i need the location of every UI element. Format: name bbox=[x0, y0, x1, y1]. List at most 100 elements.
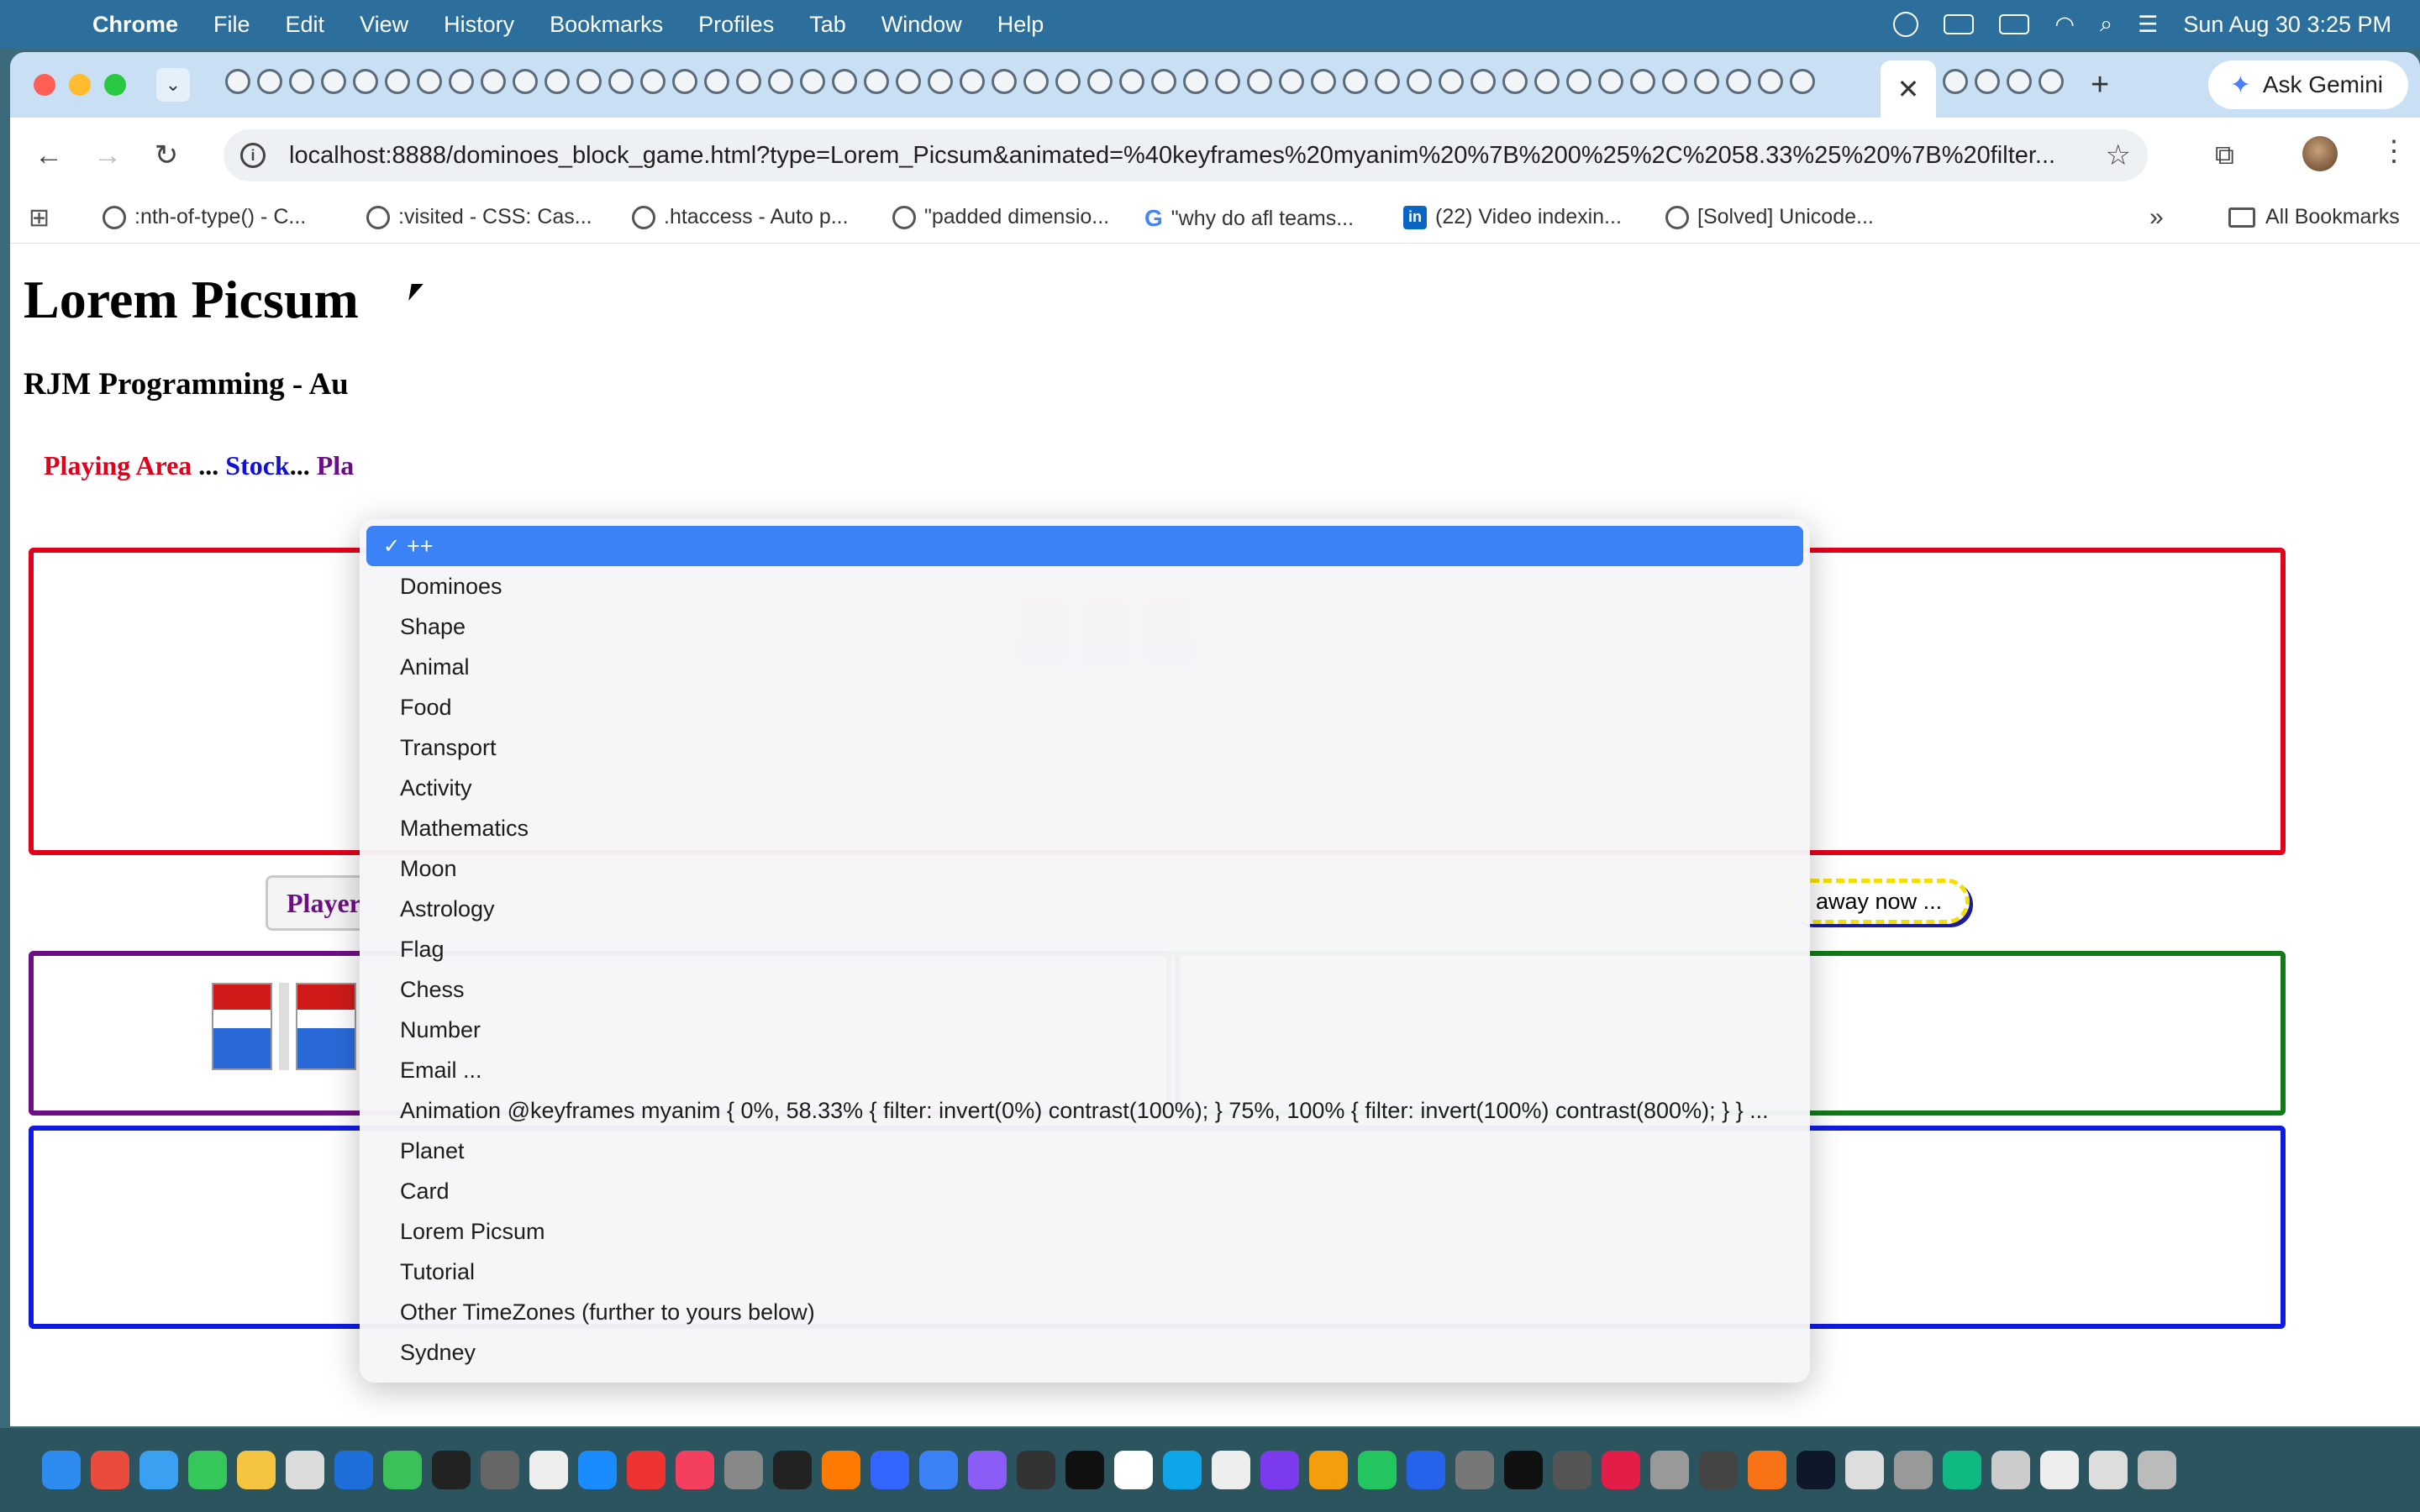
dropdown-option[interactable]: Dominoes bbox=[360, 566, 1810, 606]
dock-app-icon[interactable] bbox=[1602, 1451, 1640, 1489]
tab-favicon[interactable] bbox=[1183, 69, 1208, 94]
tab-favicon[interactable] bbox=[1943, 69, 1968, 94]
tab-favicon[interactable] bbox=[1343, 69, 1368, 94]
tab-favicon[interactable] bbox=[225, 69, 250, 94]
dropdown-option[interactable]: Number bbox=[360, 1010, 1810, 1050]
tab-favicon[interactable] bbox=[449, 69, 474, 94]
tab-favicon[interactable] bbox=[832, 69, 857, 94]
ask-gemini-button[interactable]: ✦ Ask Gemini bbox=[2207, 60, 2408, 109]
active-tab-close-icon[interactable]: ✕ bbox=[1881, 60, 1936, 118]
dock-app-icon[interactable] bbox=[1894, 1451, 1933, 1489]
tab-favicon[interactable] bbox=[1694, 69, 1719, 94]
dock-app-icon[interactable] bbox=[676, 1451, 714, 1489]
dock-app-icon[interactable] bbox=[1163, 1451, 1202, 1489]
dock-app-icon[interactable] bbox=[42, 1451, 81, 1489]
menu-file[interactable]: File bbox=[213, 12, 250, 38]
close-window-button[interactable] bbox=[34, 74, 55, 96]
dock-app-icon[interactable] bbox=[1455, 1451, 1494, 1489]
dock-app-icon[interactable] bbox=[1748, 1451, 1786, 1489]
minimize-window-button[interactable] bbox=[69, 74, 91, 96]
forward-arrow-icon[interactable]: → bbox=[87, 135, 128, 176]
dock-app-icon[interactable] bbox=[139, 1451, 178, 1489]
url-text[interactable]: localhost:8888/dominoes_block_game.html?… bbox=[289, 142, 2087, 170]
dock-app-icon[interactable] bbox=[871, 1451, 909, 1489]
dock-app-icon[interactable] bbox=[1845, 1451, 1884, 1489]
bookmark-star-icon[interactable]: ☆ bbox=[2106, 139, 2131, 172]
dropdown-option-selected[interactable]: ✓ ++ bbox=[366, 526, 1803, 566]
dropdown-option[interactable]: Card bbox=[360, 1171, 1810, 1211]
dock-app-icon[interactable] bbox=[1212, 1451, 1250, 1489]
menu-edit[interactable]: Edit bbox=[286, 12, 325, 38]
type-select-dropdown[interactable]: ✓ ++ Dominoes Shape Animal Food Transpor… bbox=[360, 519, 1810, 1383]
more-bookmarks-chevron-icon[interactable]: » bbox=[2149, 203, 2164, 232]
tab-favicon[interactable] bbox=[544, 69, 570, 94]
bookmark-item[interactable]: :visited - CSS: Cas... bbox=[366, 205, 592, 229]
tab-favicon[interactable] bbox=[1758, 69, 1783, 94]
apps-grid-icon[interactable]: ⊞ bbox=[29, 203, 59, 233]
tab-favicon[interactable] bbox=[576, 69, 602, 94]
dock-app-icon[interactable] bbox=[1260, 1451, 1299, 1489]
dropdown-option[interactable]: Moon bbox=[360, 848, 1810, 889]
tab-favicon[interactable] bbox=[1247, 69, 1272, 94]
tab-favicon[interactable] bbox=[1662, 69, 1687, 94]
tab-favicon[interactable] bbox=[992, 69, 1017, 94]
clock[interactable]: Sun Aug 30 3:25 PM bbox=[2183, 12, 2391, 38]
dropdown-option[interactable]: Activity bbox=[360, 768, 1810, 808]
dropdown-option[interactable]: Sydney bbox=[360, 1332, 1810, 1373]
dock-app-icon[interactable] bbox=[432, 1451, 471, 1489]
tab-favicon[interactable] bbox=[1023, 69, 1049, 94]
tab-favicon[interactable] bbox=[1119, 69, 1144, 94]
tab-favicon[interactable] bbox=[1534, 69, 1560, 94]
dock-app-icon[interactable] bbox=[1650, 1451, 1689, 1489]
dock-app-icon[interactable] bbox=[919, 1451, 958, 1489]
dropdown-option[interactable]: Astrology bbox=[360, 889, 1810, 929]
control-center-icon[interactable]: ☰ bbox=[2138, 12, 2158, 38]
menu-history[interactable]: History bbox=[444, 12, 514, 38]
tab-favicon[interactable] bbox=[1279, 69, 1304, 94]
dock-app-icon[interactable] bbox=[1114, 1451, 1153, 1489]
battery-icon[interactable] bbox=[1999, 14, 2030, 34]
tab-favicon[interactable] bbox=[385, 69, 410, 94]
fullscreen-window-button[interactable] bbox=[104, 74, 126, 96]
tab-favicon[interactable] bbox=[2007, 69, 2032, 94]
tab-favicon[interactable] bbox=[896, 69, 921, 94]
dock-app-icon[interactable] bbox=[627, 1451, 666, 1489]
tab-favicon[interactable] bbox=[608, 69, 634, 94]
dock-app-icon[interactable] bbox=[2138, 1451, 2176, 1489]
tab-favicon[interactable] bbox=[1151, 69, 1176, 94]
extensions-puzzle-icon[interactable]: ⧉ bbox=[2215, 139, 2234, 171]
dock-app-icon[interactable] bbox=[1504, 1451, 1543, 1489]
tab-favicon[interactable] bbox=[1311, 69, 1336, 94]
dock-app-icon[interactable] bbox=[724, 1451, 763, 1489]
back-arrow-icon[interactable]: ← bbox=[29, 135, 69, 176]
tab-favicon[interactable] bbox=[481, 69, 506, 94]
tab-favicon[interactable] bbox=[353, 69, 378, 94]
bookmark-item[interactable]: [Solved] Unicode... bbox=[1665, 205, 1874, 229]
tab-favicon[interactable] bbox=[864, 69, 889, 94]
tab-favicon[interactable] bbox=[1407, 69, 1432, 94]
profile-avatar[interactable] bbox=[2302, 136, 2338, 171]
menu-view[interactable]: View bbox=[360, 12, 408, 38]
tab-favicon[interactable] bbox=[800, 69, 825, 94]
menu-bookmarks[interactable]: Bookmarks bbox=[550, 12, 663, 38]
dock-app-icon[interactable] bbox=[529, 1451, 568, 1489]
tab-favicon[interactable] bbox=[1726, 69, 1751, 94]
dock-app-icon[interactable] bbox=[334, 1451, 373, 1489]
dropdown-option[interactable]: Transport bbox=[360, 727, 1810, 768]
menu-tab[interactable]: Tab bbox=[809, 12, 846, 38]
tab-favicon[interactable] bbox=[736, 69, 761, 94]
spotlight-search-icon[interactable]: ⌕ bbox=[2100, 11, 2112, 38]
dock-app-icon[interactable] bbox=[968, 1451, 1007, 1489]
dock-app-icon[interactable] bbox=[822, 1451, 860, 1489]
tab-favicon[interactable] bbox=[321, 69, 346, 94]
bookmark-item[interactable]: .htaccess - Auto p... bbox=[632, 205, 849, 229]
dropdown-option[interactable]: Email ... bbox=[360, 1050, 1810, 1090]
dropdown-option[interactable]: Lorem Picsum bbox=[360, 1211, 1810, 1252]
tab-favicon[interactable] bbox=[704, 69, 729, 94]
tab-favicon[interactable] bbox=[1630, 69, 1655, 94]
bookmark-item[interactable]: :nth-of-type() - C... bbox=[103, 205, 306, 229]
dock-app-icon[interactable] bbox=[578, 1451, 617, 1489]
player-domino[interactable] bbox=[212, 983, 356, 1070]
tab-favicon[interactable] bbox=[417, 69, 442, 94]
tab-favicon[interactable] bbox=[1502, 69, 1528, 94]
